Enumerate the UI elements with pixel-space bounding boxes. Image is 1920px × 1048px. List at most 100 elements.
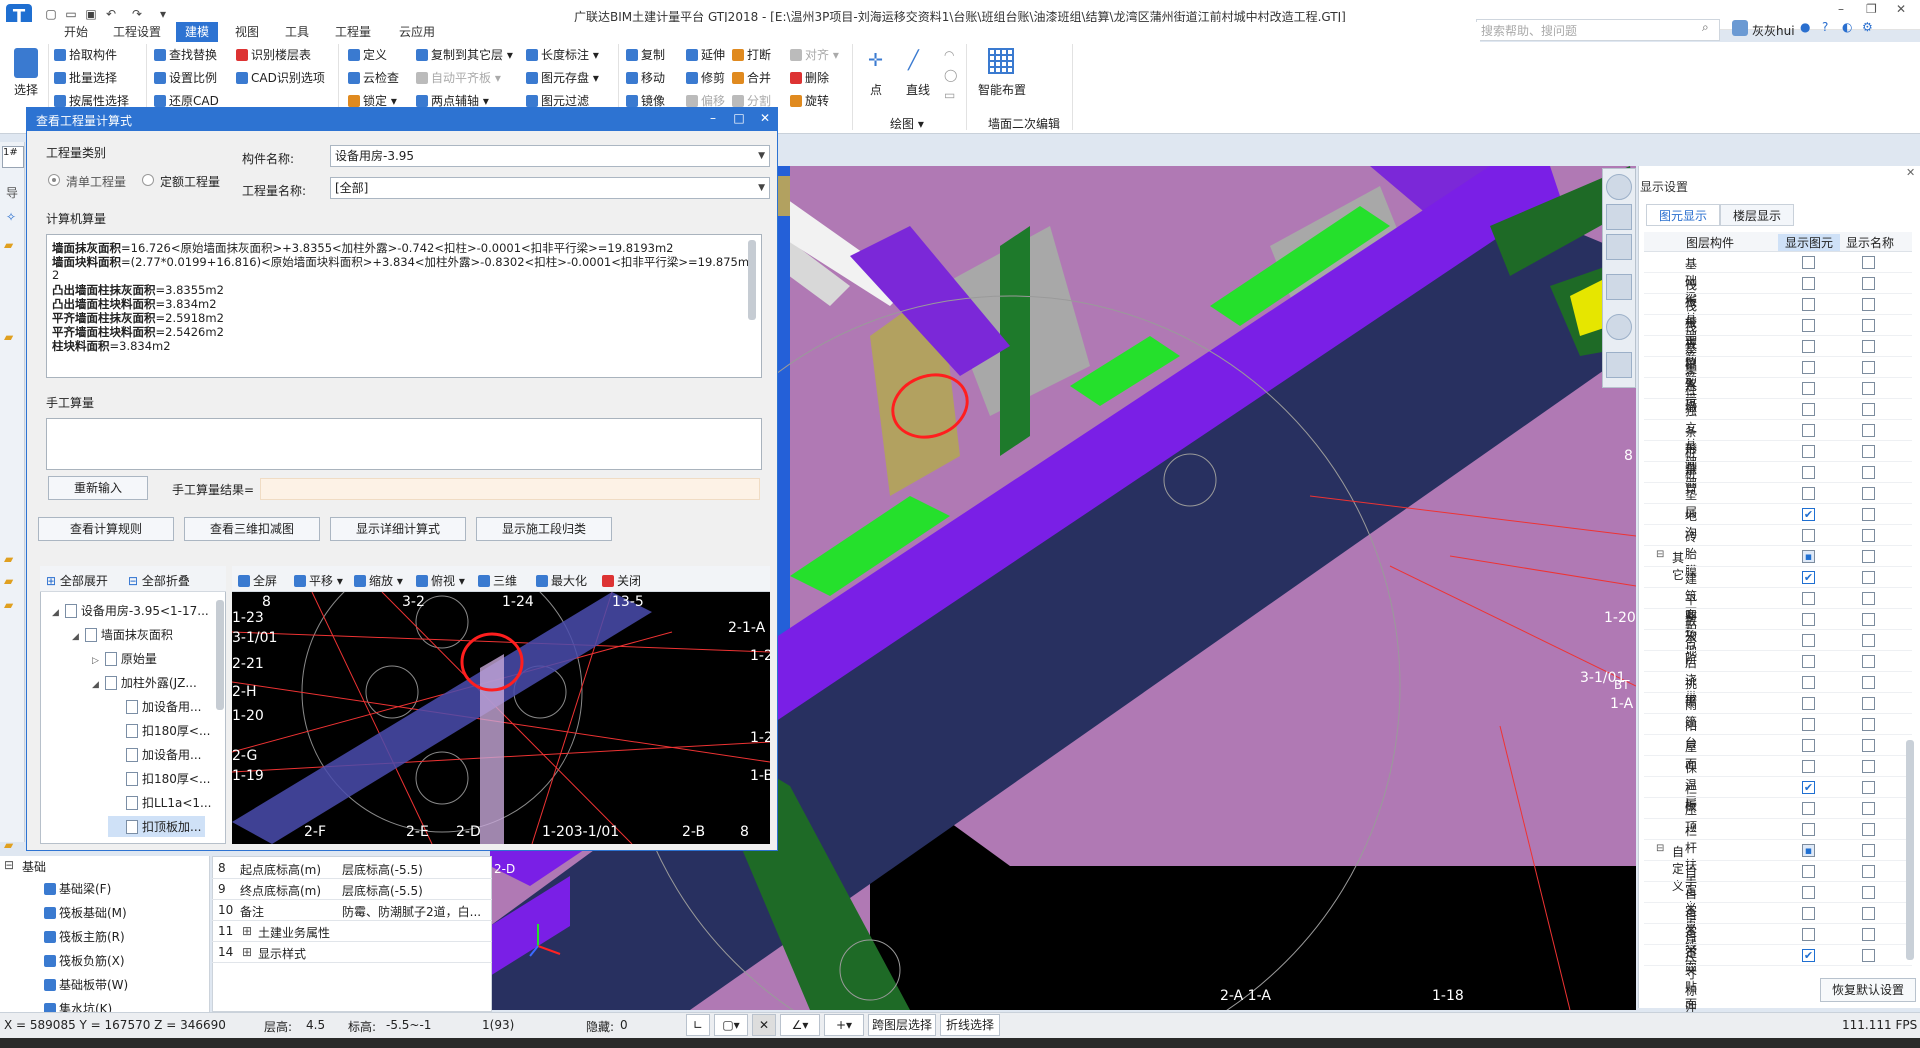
rotate-view-icon[interactable]	[1606, 314, 1632, 340]
show-element-checkbox[interactable]	[1802, 466, 1815, 479]
element-save-button[interactable]: 图元存盘 ▾	[526, 68, 599, 88]
show-name-checkbox[interactable]	[1862, 823, 1875, 836]
tree-node[interactable]: 扣180厚<...	[108, 768, 214, 789]
cloud-check-button[interactable]: 云检查	[348, 68, 399, 88]
view-3d-deduct-button[interactable]: 查看三维扣减图	[184, 517, 320, 541]
preview-maximize-button[interactable]: 最大化	[536, 572, 587, 589]
circle-icon[interactable]: ◯	[944, 68, 957, 82]
show-name-checkbox[interactable]	[1862, 424, 1875, 437]
folder-icon[interactable]: ▰	[4, 574, 13, 588]
show-name-checkbox[interactable]	[1862, 340, 1875, 353]
copy-button[interactable]: 复制	[626, 45, 665, 65]
show-element-checkbox[interactable]	[1802, 424, 1815, 437]
show-name-checkbox[interactable]	[1862, 865, 1875, 878]
show-element-checkbox[interactable]	[1802, 739, 1815, 752]
component-tree-item[interactable]: 筏板负筋(X)	[44, 952, 125, 969]
property-row[interactable]	[212, 942, 492, 963]
show-name-checkbox[interactable]	[1862, 361, 1875, 374]
property-value[interactable]: 层底标高(-5.5)	[342, 882, 423, 899]
property-value[interactable]: 防霉、防潮腻子2道，白...	[342, 903, 481, 920]
tab-tools[interactable]: 工具	[276, 22, 318, 42]
tree-toggle-icon[interactable]: ◢	[72, 632, 79, 642]
select-button[interactable]: 选择	[14, 80, 38, 100]
redo-icon[interactable]: ↷	[130, 7, 144, 21]
cube-view-icon[interactable]	[1606, 274, 1632, 300]
show-name-checkbox[interactable]	[1862, 739, 1875, 752]
show-element-checkbox[interactable]: ▪	[1802, 844, 1815, 857]
rect-icon[interactable]: ▭	[944, 88, 955, 102]
tree-toggle-icon[interactable]: ◢	[92, 680, 99, 690]
preview-zoom-button[interactable]: 缩放 ▾	[354, 572, 403, 589]
show-name-checkbox[interactable]	[1862, 466, 1875, 479]
username[interactable]: 灰灰hui	[1752, 22, 1795, 39]
copy-to-floor-button[interactable]: 复制到其它层 ▾	[416, 45, 513, 65]
merge-button[interactable]: 合并	[732, 68, 771, 88]
maximize-icon[interactable]: ❐	[1866, 2, 1877, 16]
component-tree-item[interactable]: 基础板带(W)	[44, 976, 128, 993]
radio-quota-qty[interactable]	[142, 174, 154, 186]
expand-icon[interactable]: ⊞	[242, 924, 252, 938]
show-name-checkbox[interactable]	[1862, 529, 1875, 542]
folder-icon[interactable]: ▰	[4, 838, 13, 852]
collapse-icon[interactable]: ⊟	[4, 858, 14, 872]
tab-element-display[interactable]: 图元显示	[1646, 204, 1721, 226]
user-avatar-icon[interactable]	[1732, 20, 1748, 36]
tab-modeling[interactable]: 建模	[176, 22, 219, 42]
tree-node[interactable]: ◢ 设备用房-3.95<1-17...	[48, 600, 213, 621]
show-name-checkbox[interactable]	[1862, 298, 1875, 311]
qty-name-select[interactable]: [全部] ▼	[330, 177, 770, 199]
offset-toggle-icon[interactable]: +▾	[824, 1014, 864, 1036]
show-name-checkbox[interactable]	[1862, 550, 1875, 563]
folder-icon[interactable]: ▰	[4, 552, 13, 566]
find-replace-button[interactable]: 查找替换	[154, 45, 217, 65]
tree-toggle-icon[interactable]: ▷	[92, 656, 99, 666]
snap-toggle-icon[interactable]: ▢▾	[714, 1014, 748, 1036]
tree-node[interactable]: 加设备用...	[108, 696, 205, 717]
show-element-checkbox[interactable]: ▪	[1802, 550, 1815, 563]
show-name-checkbox[interactable]	[1862, 403, 1875, 416]
show-element-checkbox[interactable]	[1802, 277, 1815, 290]
orbit-icon[interactable]	[1606, 174, 1632, 200]
restore-defaults-button[interactable]: 恢复默认设置	[1820, 978, 1916, 1002]
show-element-checkbox[interactable]	[1802, 487, 1815, 500]
show-element-checkbox[interactable]	[1802, 445, 1815, 458]
calc-scrollbar[interactable]	[748, 240, 756, 320]
tree-node[interactable]: 扣180厚<...	[108, 720, 214, 741]
show-element-checkbox[interactable]	[1802, 802, 1815, 815]
ortho-toggle-icon[interactable]: ∟	[686, 1014, 710, 1036]
show-stage-group-button[interactable]: 显示施工段归类	[476, 517, 612, 541]
preview-close-button[interactable]: 关闭	[602, 572, 641, 589]
show-element-checkbox[interactable]	[1802, 907, 1815, 920]
tree-node[interactable]: ▷ 原始量	[88, 648, 161, 669]
show-element-checkbox[interactable]	[1802, 361, 1815, 374]
show-name-checkbox[interactable]	[1862, 844, 1875, 857]
length-dimension-button[interactable]: 长度标注 ▾	[526, 45, 599, 65]
show-element-checkbox[interactable]: ✔	[1802, 781, 1815, 794]
show-name-checkbox[interactable]	[1862, 949, 1875, 962]
collapse-all-button[interactable]: ⊟ 全部折叠	[128, 572, 190, 589]
search-icon[interactable]: ⌕	[1702, 20, 1709, 35]
select-icon[interactable]	[14, 48, 38, 78]
dialog-maximize-icon[interactable]: □	[730, 109, 748, 127]
show-element-checkbox[interactable]: ✔	[1802, 571, 1815, 584]
component-tree-item[interactable]: 基础梁(F)	[44, 880, 111, 897]
skin-icon[interactable]: ◐	[1842, 20, 1852, 34]
show-name-checkbox[interactable]	[1862, 571, 1875, 584]
show-name-checkbox[interactable]	[1862, 907, 1875, 920]
col-show-element[interactable]: 显示图元	[1778, 234, 1840, 251]
show-element-checkbox[interactable]	[1802, 319, 1815, 332]
show-name-checkbox[interactable]	[1862, 319, 1875, 332]
folder-icon[interactable]: ▰	[4, 598, 13, 612]
tab-floor-display[interactable]: 楼层显示	[1720, 204, 1795, 226]
show-element-checkbox[interactable]: ✔	[1802, 508, 1815, 521]
tree-node[interactable]: ◢ 加柱外露(JZ...	[88, 672, 201, 693]
layer-view-icon[interactable]	[1606, 352, 1632, 378]
point-button[interactable]: 点	[870, 80, 882, 100]
panel-scrollbar[interactable]	[1906, 740, 1914, 960]
panel-close-icon[interactable]: ✕	[1906, 166, 1915, 179]
tab-quantity[interactable]: 工程量	[326, 22, 380, 42]
preview-fullscreen-button[interactable]: 全屏	[238, 572, 277, 589]
show-element-checkbox[interactable]: ✔	[1802, 949, 1815, 962]
settings-icon[interactable]: ⚙	[1862, 20, 1873, 34]
show-name-checkbox[interactable]	[1862, 676, 1875, 689]
